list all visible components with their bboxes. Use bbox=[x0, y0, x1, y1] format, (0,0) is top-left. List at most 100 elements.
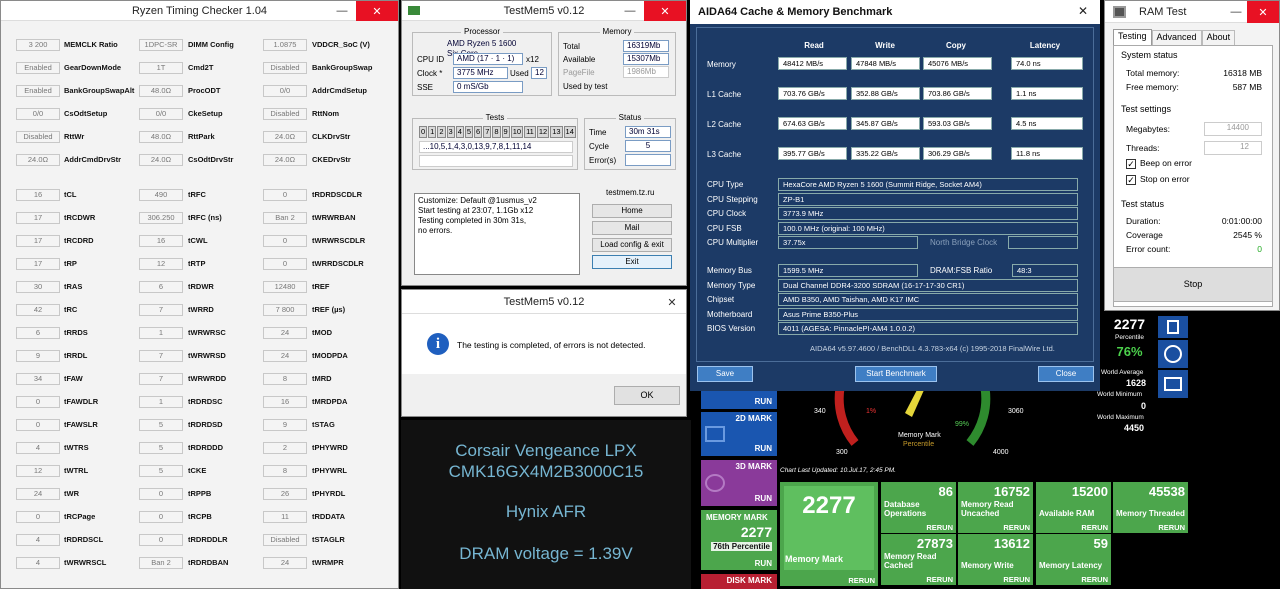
tab-testing[interactable]: Testing bbox=[1113, 29, 1152, 45]
memory-mark-score: 2277 bbox=[740, 524, 772, 540]
timing-label: CLKDrvStr bbox=[312, 132, 351, 141]
close-button[interactable]: ✕ bbox=[644, 1, 686, 21]
test-number[interactable]: 6 bbox=[474, 126, 483, 138]
close-icon[interactable]: ✕ bbox=[1078, 4, 1088, 18]
test-number[interactable]: 11 bbox=[524, 126, 536, 138]
timing-label: tRDRDDLR bbox=[188, 535, 228, 544]
clock-field: 3775 MHz bbox=[453, 67, 508, 79]
stop-on-error-checkbox[interactable]: ✓ bbox=[1126, 175, 1136, 185]
memory-mark-label: MEMORY MARK bbox=[706, 513, 768, 522]
sidebar-2d-mark[interactable]: 2D MARK RUN bbox=[701, 412, 777, 456]
mail-button[interactable]: Mail bbox=[592, 221, 672, 235]
test-number[interactable]: 12 bbox=[536, 126, 550, 138]
threads-label: Threads: bbox=[1126, 143, 1160, 153]
timing-value: 0 bbox=[263, 189, 307, 201]
test-number[interactable]: 1 bbox=[428, 126, 437, 138]
tab-about[interactable]: About bbox=[1201, 30, 1236, 45]
log-line: Testing completed in 30m 31s, bbox=[418, 216, 527, 225]
window-title: RAM Test bbox=[1139, 5, 1187, 18]
minimize-button[interactable]: — bbox=[1225, 1, 1247, 23]
test-number[interactable]: 13 bbox=[550, 126, 563, 138]
window-title: TestMem5 v0.12 bbox=[503, 4, 585, 17]
beep-checkbox[interactable]: ✓ bbox=[1126, 159, 1136, 169]
dram-ratio-label: DRAM:FSB Ratio bbox=[930, 266, 993, 275]
timing-label: tRFC (ns) bbox=[188, 213, 222, 222]
test-number[interactable]: 9 bbox=[501, 126, 510, 138]
test-number[interactable]: 14 bbox=[563, 126, 576, 138]
timing-label: tRDDATA bbox=[312, 512, 346, 521]
test-tile[interactable]: 86 Database Operations RERUN bbox=[881, 482, 956, 533]
tile-name: Database bbox=[884, 500, 920, 509]
tile-score: 16752 bbox=[993, 484, 1030, 499]
ryzen-timing-checker-window: Ryzen Timing Checker 1.04 — ✕ 3 200 MEMCLK… bbox=[0, 0, 399, 589]
timing-label: tWRWRSC bbox=[188, 328, 226, 337]
info-value: Asus Prime B350-Plus bbox=[778, 308, 1078, 321]
timing-label: tREF (µs) bbox=[312, 305, 346, 314]
ok-button[interactable]: OK bbox=[614, 386, 680, 405]
tile-subname: Operations bbox=[884, 509, 927, 518]
memory-mark-tile[interactable]: 2277 Memory Mark RERUN bbox=[780, 482, 878, 586]
home-button[interactable]: Home bbox=[592, 204, 672, 218]
memory-chip-icon bbox=[1167, 320, 1179, 334]
chart-icon-button[interactable] bbox=[1158, 370, 1188, 398]
log-area[interactable]: Customize: Default @1usmus_v2 Start testi… bbox=[414, 193, 580, 275]
test-number[interactable]: 4 bbox=[455, 126, 464, 138]
timing-label: BankGroupSwapAlt bbox=[64, 86, 135, 95]
test-number[interactable]: 2 bbox=[437, 126, 446, 138]
test-number[interactable]: 3 bbox=[446, 126, 455, 138]
test-tile[interactable]: 16752 Memory Read Uncached RERUN bbox=[958, 482, 1033, 533]
ram-ic: Hynix AFR bbox=[505, 502, 587, 521]
load-config-button[interactable]: Load config & exit bbox=[592, 238, 672, 252]
tile-name: Memory Read bbox=[961, 500, 1014, 509]
timing-value: 8 bbox=[263, 373, 307, 385]
timing-value: 7 800 bbox=[263, 304, 307, 316]
timing-label: RttWr bbox=[64, 132, 85, 141]
close-button[interactable]: Close bbox=[1038, 366, 1094, 382]
sidebar-disk-mark[interactable]: DISK MARK bbox=[701, 574, 777, 589]
ryzen-title-bar: Ryzen Timing Checker 1.04 — ✕ bbox=[1, 1, 398, 21]
row-label: L2 Cache bbox=[707, 120, 742, 129]
save-button[interactable]: Save bbox=[697, 366, 753, 382]
exit-button[interactable]: Exit bbox=[592, 255, 672, 269]
start-benchmark-button[interactable]: Start Benchmark bbox=[855, 366, 937, 382]
north-bridge-value bbox=[1008, 236, 1078, 249]
timing-value: 0 bbox=[263, 235, 307, 247]
timing-value: 17 bbox=[16, 212, 60, 224]
test-number[interactable]: 8 bbox=[492, 126, 501, 138]
test-settings-title: Test settings bbox=[1121, 104, 1172, 114]
rerun-label: RERUN bbox=[926, 575, 953, 584]
sidebar-run-1[interactable]: RUN bbox=[701, 388, 777, 409]
sidebar-memory-mark[interactable]: MEMORY MARK 2277 76th Percentile RUN bbox=[701, 510, 777, 570]
window-title: AIDA64 Cache & Memory Benchmark bbox=[698, 6, 893, 18]
duration-label: Duration: bbox=[1126, 216, 1161, 226]
stop-button[interactable]: Stop bbox=[1113, 267, 1273, 302]
test-tile[interactable]: 59 Memory Latency RERUN bbox=[1036, 534, 1111, 585]
close-button[interactable]: ✕ bbox=[356, 1, 398, 21]
timing-label: tFAWDLR bbox=[64, 397, 99, 406]
run-label: RUN bbox=[754, 397, 772, 406]
sidebar-3d-mark[interactable]: 3D MARK RUN bbox=[701, 460, 777, 506]
test-number[interactable]: 0 bbox=[419, 126, 428, 138]
minimize-button[interactable]: — bbox=[616, 1, 644, 21]
memory-icon-button[interactable] bbox=[1158, 316, 1188, 338]
info-value: AMD B350, AMD Taishan, AMD K17 IMC bbox=[778, 293, 1078, 306]
timing-label: tWR bbox=[64, 489, 79, 498]
test-tile[interactable]: 15200 Available RAM RERUN bbox=[1036, 482, 1111, 533]
globe-icon-button[interactable] bbox=[1158, 340, 1188, 368]
threads-input[interactable]: 12 bbox=[1204, 141, 1262, 155]
test-tile[interactable]: 27873 Memory Read Cached RERUN bbox=[881, 534, 956, 585]
close-button[interactable]: ✕ bbox=[1247, 1, 1279, 23]
test-number[interactable]: 7 bbox=[483, 126, 492, 138]
tab-advanced[interactable]: Advanced bbox=[1151, 30, 1202, 45]
info-value: 1599.5 MHz bbox=[778, 264, 918, 277]
close-button[interactable]: ✕ bbox=[658, 290, 686, 314]
minimize-button[interactable]: — bbox=[328, 1, 356, 21]
test-number[interactable]: 5 bbox=[464, 126, 474, 138]
used-field: 12 bbox=[531, 67, 547, 79]
test-tile[interactable]: 13612 Memory Write RERUN bbox=[958, 534, 1033, 585]
timing-value: 24 bbox=[263, 557, 307, 569]
ram-model: CMK16GX4M2B3000C15 bbox=[448, 462, 644, 481]
megabytes-input[interactable]: 14400 bbox=[1204, 122, 1262, 136]
test-number[interactable]: 10 bbox=[510, 126, 524, 138]
test-tile[interactable]: 45538 Memory Threaded RERUN bbox=[1113, 482, 1188, 533]
